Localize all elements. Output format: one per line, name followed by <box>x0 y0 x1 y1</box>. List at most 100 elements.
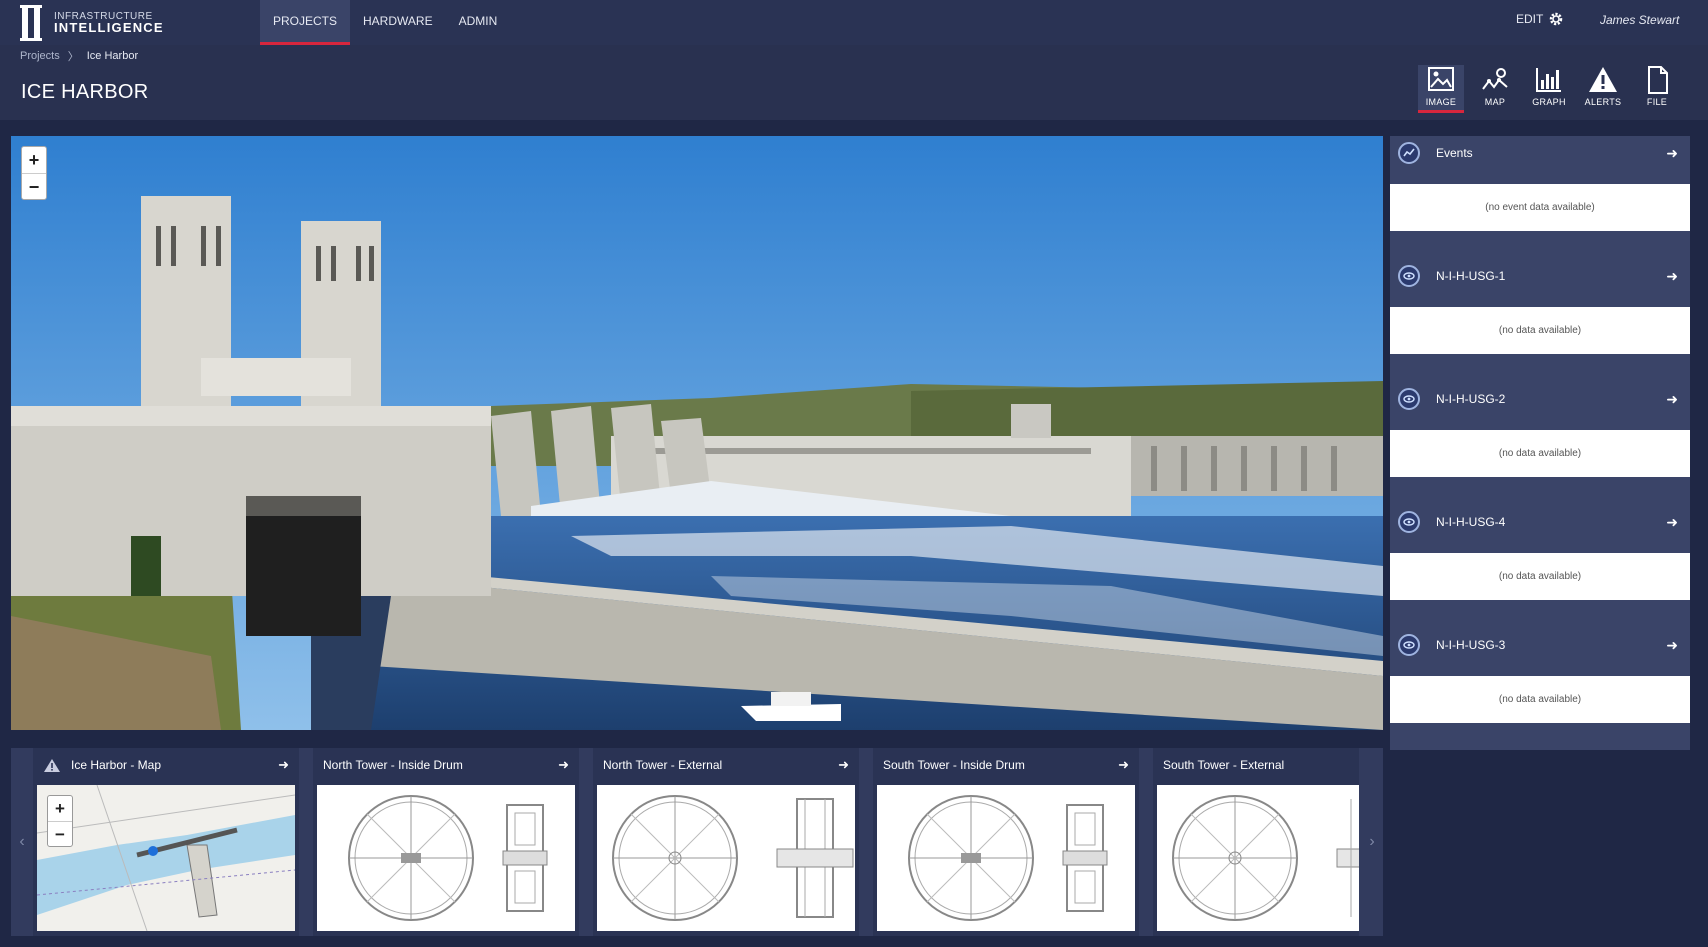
panel-message-usg-1: (no data available) <box>1390 307 1690 354</box>
image-icon <box>1428 67 1454 91</box>
panel-header-usg-1[interactable]: N-I-H-USG-1 ➜ <box>1390 259 1690 293</box>
panel-item-usg-2: N-I-H-USG-2 ➜ (no data available) <box>1390 382 1690 477</box>
chevron-left-icon: ‹ <box>19 833 25 850</box>
arrow-right-icon: ➜ <box>1118 757 1129 772</box>
thumbnail-card: Ice Harbor - Map ➜ + − <box>33 748 299 936</box>
map-zoom-out-button[interactable]: − <box>48 821 72 846</box>
thumbnail-title: Ice Harbor - Map <box>71 758 162 772</box>
project-image-viewer[interactable]: + − <box>11 136 1383 730</box>
thumbnail-title: South Tower - Inside Drum <box>883 758 1025 772</box>
alert-icon <box>1589 67 1617 92</box>
map-preview[interactable]: + − <box>37 785 295 931</box>
top-bar: INFRASTRUCTURE INTELLIGENCE PROJECTS HAR… <box>0 0 1708 45</box>
tab-file-label: FILE <box>1646 97 1668 107</box>
thumbnail-title: North Tower - Inside Drum <box>323 758 463 772</box>
tab-image-label: IMAGE <box>1425 97 1457 107</box>
logo[interactable]: INFRASTRUCTURE INTELLIGENCE <box>20 3 170 43</box>
breadcrumb-ice-harbor: Ice Harbor <box>86 50 139 62</box>
panel-item-usg-4: N-I-H-USG-4 ➜ (no data available) <box>1390 505 1690 600</box>
thumbnail-title: South Tower - External <box>1163 758 1285 772</box>
thumbnail-header[interactable]: North Tower - External ➜ <box>593 748 859 782</box>
thumbnail-card: North Tower - Inside Drum ➜ <box>313 748 579 936</box>
panel-title-events: Events <box>1436 146 1473 160</box>
map-zoom-control: + − <box>47 795 73 847</box>
page-title: ICE HARBOR <box>21 81 149 103</box>
panel-item-usg-1: N-I-H-USG-1 ➜ (no data available) <box>1390 259 1690 354</box>
thumbnail-header[interactable]: South Tower - Inside Drum ➜ <box>873 748 1139 782</box>
thumbnail-card: South Tower - External <box>1153 748 1359 936</box>
drawing-preview[interactable] <box>317 785 575 931</box>
drum-drawing-graphic <box>348 795 548 921</box>
arrow-right-icon: ➜ <box>1666 390 1678 407</box>
panel-message-usg-3: (no data available) <box>1390 676 1690 723</box>
nav-projects[interactable]: PROJECTS <box>260 0 351 45</box>
panel-header-usg-3[interactable]: N-I-H-USG-3 ➜ <box>1390 628 1690 662</box>
drum-drawing-graphic <box>908 795 1108 921</box>
drum-drawing-graphic <box>1172 795 1359 921</box>
gear-icon <box>1550 12 1563 26</box>
edit-button[interactable]: EDIT <box>1516 11 1564 27</box>
warning-icon <box>44 758 60 772</box>
panel-header-events[interactable]: Events ➜ <box>1390 136 1690 170</box>
sub-header: Projects 〉 Ice Harbor ICE HARBOR IMAGE M… <box>0 45 1708 120</box>
thumbnail-header[interactable]: North Tower - Inside Drum ➜ <box>313 748 579 782</box>
thumbnail-title: North Tower - External <box>603 758 723 772</box>
image-zoom-in-button[interactable]: + <box>22 147 46 173</box>
thumbnail-card: South Tower - Inside Drum ➜ <box>873 748 1139 936</box>
panel-title-usg-1: N-I-H-USG-1 <box>1436 269 1506 283</box>
panel-message-usg-2: (no data available) <box>1390 430 1690 477</box>
graph-icon <box>1536 68 1561 92</box>
nav-hardware[interactable]: HARDWARE <box>350 0 446 45</box>
drum-drawing-graphic <box>612 795 854 921</box>
arrow-right-icon: ➜ <box>1666 636 1678 653</box>
sensor-icon <box>1398 388 1420 410</box>
tab-graph-label: GRAPH <box>1532 97 1566 107</box>
thumbnail-header[interactable]: Ice Harbor - Map ➜ <box>33 748 299 782</box>
arrow-right-icon: ➜ <box>1666 513 1678 530</box>
strip-next-button[interactable]: › <box>1361 748 1383 936</box>
brand-line-2: INTELLIGENCE <box>54 20 164 35</box>
breadcrumb-projects[interactable]: Projects <box>20 50 60 62</box>
events-icon <box>1398 142 1420 164</box>
tab-graph[interactable]: GRAPH <box>1526 65 1572 113</box>
panel-title-usg-2: N-I-H-USG-2 <box>1436 392 1506 406</box>
panel-header-usg-2[interactable]: N-I-H-USG-2 ➜ <box>1390 382 1690 416</box>
arrow-right-icon: ➜ <box>558 757 569 772</box>
sensor-icon <box>1398 265 1420 287</box>
tab-file[interactable]: FILE <box>1634 65 1680 113</box>
thumbnail-strip: ‹ › Ice Harbor - Map ➜ + − North Tower -… <box>11 748 1383 936</box>
thumbnail-card: North Tower - External ➜ <box>593 748 859 936</box>
chevron-right-icon: 〉 <box>67 51 79 63</box>
dam-photo <box>11 136 1383 730</box>
edit-label: EDIT <box>1516 12 1544 26</box>
panel-message-events: (no event data available) <box>1390 184 1690 231</box>
map-zoom-in-button[interactable]: + <box>48 796 72 821</box>
arrow-right-icon: ➜ <box>1666 267 1678 284</box>
drawing-preview[interactable] <box>1157 785 1359 931</box>
arrow-right-icon: ➜ <box>1666 144 1678 161</box>
thumbnail-header[interactable]: South Tower - External <box>1153 748 1359 782</box>
tab-alerts[interactable]: ALERTS <box>1580 65 1626 113</box>
image-zoom-out-button[interactable]: − <box>22 173 46 199</box>
sensor-icon <box>1398 511 1420 533</box>
sensor-panel: Events ➜ (no event data available) N-I-H… <box>1390 136 1690 750</box>
user-name[interactable]: James Stewart <box>1600 13 1679 27</box>
main-nav: PROJECTS HARDWARE ADMIN <box>260 0 510 45</box>
logo-text: INFRASTRUCTURE INTELLIGENCE <box>54 11 164 35</box>
panel-title-usg-4: N-I-H-USG-4 <box>1436 515 1506 529</box>
view-tabs: IMAGE MAP GRAPH ALERTS FILE <box>1418 65 1680 113</box>
tab-map-label: MAP <box>1484 97 1506 107</box>
panel-message-usg-4: (no data available) <box>1390 553 1690 600</box>
panel-header-usg-4[interactable]: N-I-H-USG-4 ➜ <box>1390 505 1690 539</box>
strip-prev-button[interactable]: ‹ <box>11 748 33 936</box>
image-zoom-control: + − <box>21 146 47 200</box>
drawing-preview[interactable] <box>877 785 1135 931</box>
nav-admin[interactable]: ADMIN <box>446 0 511 45</box>
map-icon <box>1482 68 1508 90</box>
tab-image[interactable]: IMAGE <box>1418 65 1464 113</box>
sensor-icon <box>1398 634 1420 656</box>
drawing-preview[interactable] <box>597 785 855 931</box>
panel-item-usg-3: N-I-H-USG-3 ➜ (no data available) <box>1390 628 1690 723</box>
chevron-right-icon: › <box>1369 833 1375 850</box>
tab-map[interactable]: MAP <box>1472 65 1518 113</box>
